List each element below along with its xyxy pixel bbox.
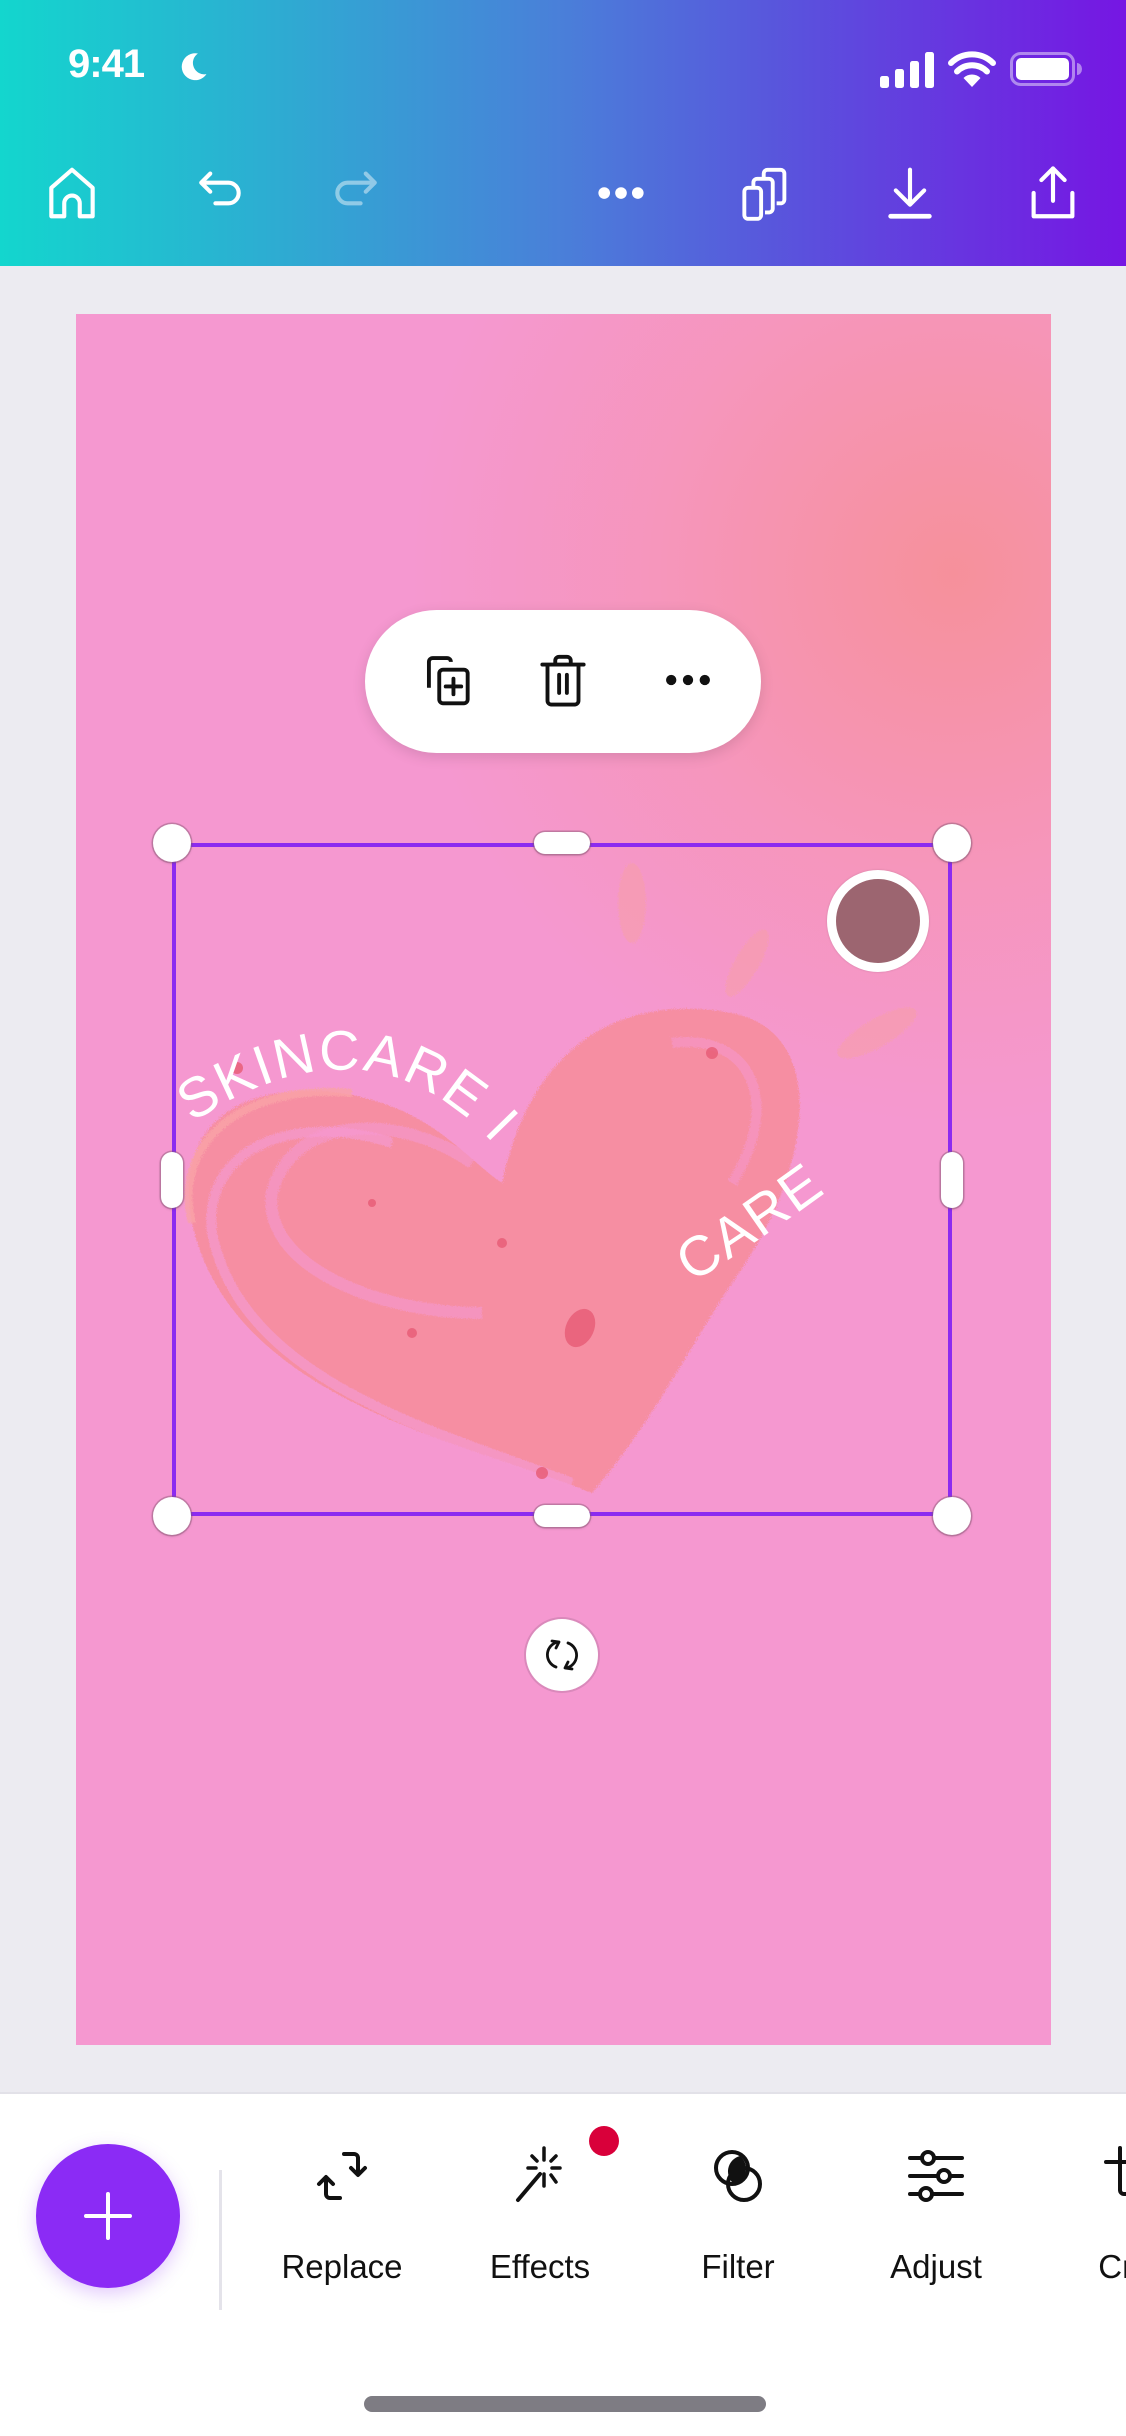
resize-handle-bottom-right[interactable]	[933, 1497, 971, 1535]
share-button[interactable]	[1018, 158, 1088, 228]
resize-handle-bottom-left[interactable]	[153, 1497, 191, 1535]
home-indicator[interactable]	[364, 2396, 766, 2412]
top-app-bar: 9:41	[0, 0, 1126, 266]
duplicate-icon	[426, 656, 470, 706]
more-horizontal-icon	[666, 674, 710, 686]
trash-icon	[540, 654, 586, 707]
tool-replace[interactable]: Replace	[257, 2140, 427, 2330]
filter-icon	[702, 2140, 774, 2212]
tool-label: Replace	[281, 2248, 403, 2285]
tool-adjust[interactable]: Adjust	[851, 2140, 1021, 2330]
share-icon	[1031, 166, 1075, 219]
add-element-button[interactable]	[36, 2144, 180, 2288]
bottom-toolbar: Replace Effects Filter Adjust C	[0, 2092, 1126, 2436]
sliders-icon	[900, 2140, 972, 2212]
selection-frame	[172, 843, 952, 1516]
toolbar-divider	[219, 2170, 222, 2310]
rotate-handle[interactable]	[526, 1619, 598, 1691]
tool-effects[interactable]: Effects	[455, 2126, 625, 2330]
resize-handle-right[interactable]	[941, 1152, 963, 1208]
resize-handle-top-left[interactable]	[153, 824, 191, 862]
resize-handle-left[interactable]	[161, 1152, 183, 1208]
replace-icon	[306, 2140, 378, 2212]
tool-label: Adjust	[890, 2248, 982, 2285]
more-options-button[interactable]	[586, 158, 656, 228]
undo-icon	[199, 171, 241, 206]
home-icon	[49, 167, 95, 219]
download-button[interactable]	[875, 158, 945, 228]
more-actions-button[interactable]	[648, 640, 728, 720]
tool-label: Filter	[701, 2248, 775, 2285]
pages-button[interactable]	[730, 158, 800, 228]
resize-handle-top[interactable]	[534, 832, 590, 854]
delete-button[interactable]	[523, 640, 603, 720]
tool-crop[interactable]: Crop	[1049, 2140, 1126, 2330]
redo-button[interactable]	[323, 158, 393, 228]
pages-icon	[742, 167, 787, 221]
resize-handle-bottom[interactable]	[534, 1505, 590, 1527]
rotate-icon	[546, 1639, 578, 1671]
crop-icon	[1098, 2140, 1126, 2212]
cellular-signal-icon	[880, 52, 934, 88]
wifi-icon	[948, 51, 996, 87]
resize-handle-top-right[interactable]	[933, 824, 971, 862]
duplicate-button[interactable]	[407, 640, 487, 720]
new-feature-badge	[589, 2126, 619, 2156]
plus-icon	[84, 2192, 132, 2240]
status-time: 9:41	[68, 42, 145, 86]
home-button[interactable]	[37, 158, 107, 228]
battery-icon	[1010, 52, 1082, 86]
tool-label: Crop	[1098, 2248, 1126, 2285]
more-horizontal-icon	[598, 187, 644, 199]
element-context-toolbar	[365, 610, 761, 753]
tool-filter[interactable]: Filter	[653, 2140, 823, 2330]
tool-label: Effects	[489, 2248, 591, 2285]
redo-icon	[335, 171, 377, 206]
moon-icon	[181, 53, 207, 81]
magic-wand-icon	[504, 2140, 576, 2212]
download-icon	[888, 167, 932, 219]
undo-button[interactable]	[183, 158, 253, 228]
